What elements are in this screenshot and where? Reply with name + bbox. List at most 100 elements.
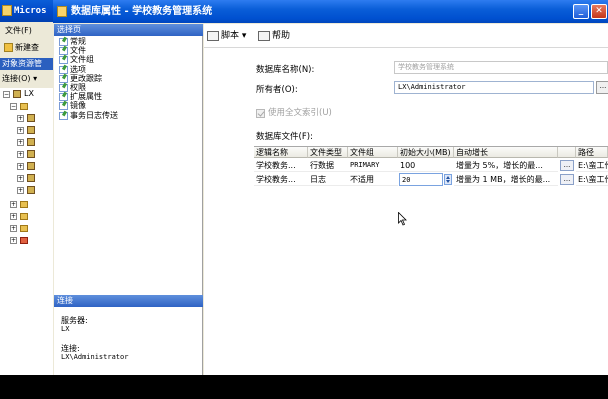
object-explorer-header: 对象资源管 xyxy=(0,58,56,70)
table-cell[interactable]: 不适用 xyxy=(348,173,398,186)
tree-item[interactable]: + xyxy=(0,198,56,210)
folder-icon xyxy=(20,201,28,208)
expand-icon[interactable]: + xyxy=(17,115,24,122)
column-header[interactable]: 初始大小(MB) xyxy=(398,147,454,158)
folder-icon xyxy=(20,225,28,232)
expand-icon[interactable]: + xyxy=(17,127,24,134)
help-icon xyxy=(258,30,270,41)
table-cell[interactable]: E:\蛮工作 xyxy=(576,159,608,172)
collapse-icon[interactable]: − xyxy=(3,91,10,98)
column-header[interactable]: 文件类型 xyxy=(308,147,348,158)
expand-icon[interactable]: + xyxy=(17,151,24,158)
connection-value: LX\Administrator xyxy=(61,353,129,361)
expand-icon[interactable]: + xyxy=(10,225,17,232)
chevron-down-icon[interactable]: ▾ xyxy=(242,31,247,41)
page-icon xyxy=(59,111,68,120)
page-item[interactable]: 扩展属性 xyxy=(57,92,201,102)
page-item[interactable]: 文件 xyxy=(57,46,201,56)
table-cell[interactable]: 100 xyxy=(398,159,454,172)
properties-toolbar: 脚本 ▾ 帮助 xyxy=(204,24,608,48)
tree-item[interactable]: − xyxy=(0,100,56,112)
tree-item[interactable]: + xyxy=(0,222,56,234)
tree-item[interactable]: + xyxy=(0,210,56,222)
script-label: 脚本 xyxy=(221,31,240,41)
table-cell[interactable]: 学校教务... xyxy=(254,159,308,172)
column-header[interactable]: 自动增长 xyxy=(454,147,558,158)
minimize-button[interactable]: _ xyxy=(573,4,589,19)
page-item[interactable]: 事务日志传送 xyxy=(57,111,201,120)
column-header[interactable]: 逻辑名称 xyxy=(254,147,308,158)
page-item[interactable]: 更改跟踪 xyxy=(57,74,201,83)
database-icon xyxy=(27,138,35,146)
table-cell[interactable]: 学校教务... xyxy=(254,173,308,186)
database-icon xyxy=(27,126,35,134)
column-header[interactable] xyxy=(558,147,576,158)
tree-item[interactable]: + xyxy=(0,184,56,196)
dialog-title-bar[interactable]: 数据库属性 - 学校教务管理系统 _ ✕ xyxy=(53,0,608,23)
expand-icon[interactable]: + xyxy=(10,201,17,208)
tree-item[interactable]: + xyxy=(0,124,56,136)
background-window: Micros 文件(F) 新建查 对象资源管 连接(O) ▾ − LX − + … xyxy=(0,0,56,375)
page-item[interactable]: 权限 xyxy=(57,83,201,92)
script-button[interactable]: 脚本 ▾ xyxy=(207,30,246,42)
close-button[interactable]: ✕ xyxy=(591,4,607,19)
tree-item[interactable]: + xyxy=(0,234,56,246)
table-cell[interactable]: 增量为 5%，增长的最... xyxy=(454,159,558,172)
tree-root[interactable]: − LX xyxy=(0,88,56,100)
page-icon xyxy=(59,102,68,111)
database-icon xyxy=(27,150,35,158)
db-name-label: 数据库名称(N): xyxy=(256,65,315,75)
new-query-button[interactable]: 新建查 xyxy=(0,40,56,56)
page-item[interactable]: 常规 xyxy=(57,37,201,46)
owner-label: 所有者(O): xyxy=(256,85,298,95)
tree-item[interactable]: + xyxy=(0,160,56,172)
expand-icon[interactable]: + xyxy=(10,213,17,220)
page-item-label: 选项 xyxy=(70,64,86,74)
help-button[interactable]: 帮助 xyxy=(258,30,290,42)
page-item-label: 文件 xyxy=(70,46,86,56)
table-cell[interactable]: E:\蛮工作 xyxy=(576,173,608,186)
table-cell[interactable]: 增量为 1 MB，增长的最... xyxy=(454,173,558,186)
background-title: Micros xyxy=(14,6,47,16)
column-header[interactable]: 路径 xyxy=(576,147,608,158)
page-item-label: 扩展属性 xyxy=(70,92,102,102)
database-files-grid[interactable]: 逻辑名称 文件类型 文件组 初始大小(MB) 自动增长 路径 学校教务... 行… xyxy=(254,146,608,190)
table-cell[interactable]: 日志 xyxy=(308,173,348,186)
fulltext-checkbox[interactable] xyxy=(256,109,265,118)
initial-size-input[interactable]: 20 xyxy=(399,173,443,186)
new-query-icon xyxy=(4,43,13,52)
page-item[interactable]: 文件组 xyxy=(57,55,201,65)
new-query-label: 新建查 xyxy=(15,43,39,52)
menu-file[interactable]: 文件(F) xyxy=(0,24,56,38)
collapse-icon[interactable]: − xyxy=(10,103,17,110)
expand-icon[interactable]: + xyxy=(17,187,24,194)
expand-icon[interactable]: + xyxy=(17,163,24,170)
connect-button[interactable]: 连接(O) ▾ xyxy=(0,72,56,86)
table-cell[interactable]: PRIMARY xyxy=(348,159,398,172)
db-name-field[interactable]: 学校教务管理系统 xyxy=(394,61,608,74)
background-title-bar[interactable]: Micros xyxy=(0,0,56,22)
tree-item[interactable]: + xyxy=(0,112,56,124)
autogrowth-edit-button[interactable]: ... xyxy=(560,160,574,171)
object-explorer-tree[interactable]: − LX − + + + + + + + + + + + xyxy=(0,88,56,375)
page-item[interactable]: 选项 xyxy=(57,65,201,74)
tree-root-label: LX xyxy=(24,89,34,98)
database-icon xyxy=(27,174,35,182)
page-item[interactable]: 镜像 xyxy=(57,101,201,111)
folder-icon xyxy=(20,213,28,220)
properties-panel: 脚本 ▾ 帮助 数据库名称(N): 学校教务管理系统 所有者(O): LX\Ad… xyxy=(204,24,608,375)
fulltext-label: 使用全文索引(U) xyxy=(268,108,332,118)
tree-item[interactable]: + xyxy=(0,148,56,160)
expand-icon[interactable]: + xyxy=(17,175,24,182)
owner-field[interactable]: LX\Administrator xyxy=(394,81,594,94)
expand-icon[interactable]: + xyxy=(17,139,24,146)
table-cell[interactable]: 行数据 xyxy=(308,159,348,172)
autogrowth-edit-button[interactable]: ... xyxy=(560,174,574,185)
tree-item[interactable]: + xyxy=(0,172,56,184)
column-header[interactable]: 文件组 xyxy=(348,147,398,158)
owner-browse-button[interactable]: ... xyxy=(596,81,608,94)
tree-item[interactable]: + xyxy=(0,136,56,148)
size-stepper[interactable] xyxy=(444,174,452,185)
folder-icon xyxy=(20,103,28,110)
expand-icon[interactable]: + xyxy=(10,237,17,244)
